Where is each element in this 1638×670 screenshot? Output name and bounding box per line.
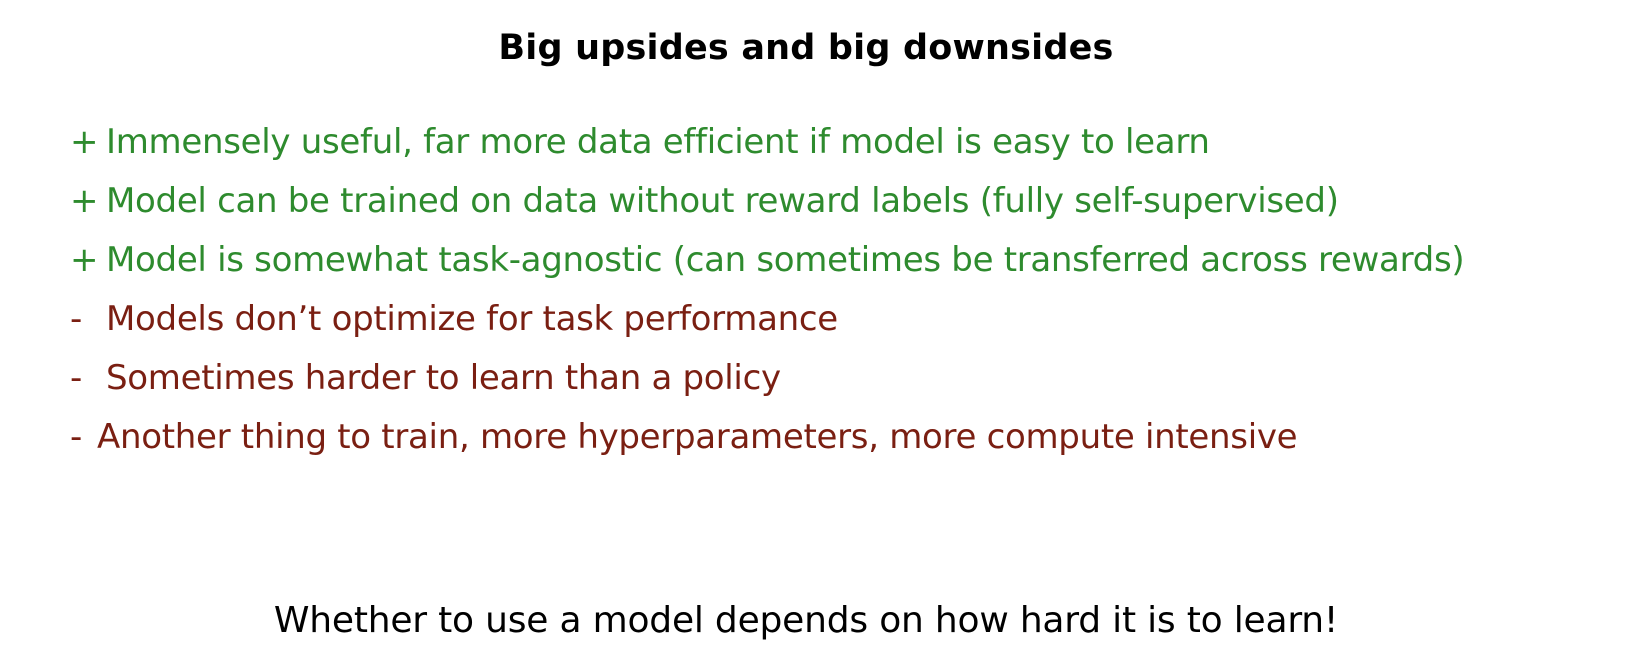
plus-marker: + [70, 181, 99, 221]
con-text: Sometimes harder to learn than a policy [106, 358, 781, 398]
pro-item: + Model can be trained on data without r… [70, 172, 1610, 231]
slide-title: Big upsides and big downsides [498, 28, 1114, 68]
con-item: - Models don’t optimize for task perform… [70, 290, 1610, 349]
con-item: - Sometimes harder to learn than a polic… [70, 349, 1610, 408]
pro-text: Model is somewhat task-agnostic (can som… [106, 240, 1465, 280]
minus-marker: - [70, 299, 82, 339]
pro-item: + Immensely useful, far more data effici… [70, 113, 1610, 172]
pro-text: Model can be trained on data without rew… [106, 181, 1339, 221]
plus-marker: + [70, 240, 99, 280]
plus-marker: + [70, 122, 99, 162]
minus-marker: - [70, 358, 82, 398]
pro-item: + Model is somewhat task-agnostic (can s… [70, 231, 1610, 290]
con-text: Models don’t optimize for task performan… [106, 299, 838, 339]
con-item: - Another thing to train, more hyperpara… [70, 408, 1610, 467]
con-text: Another thing to train, more hyperparame… [97, 417, 1298, 457]
pros-cons-list: + Immensely useful, far more data effici… [70, 113, 1610, 467]
minus-marker: - [70, 417, 82, 457]
conclusion-text: Whether to use a model depends on how ha… [273, 600, 1339, 641]
pro-text: Immensely useful, far more data efficien… [106, 122, 1210, 162]
